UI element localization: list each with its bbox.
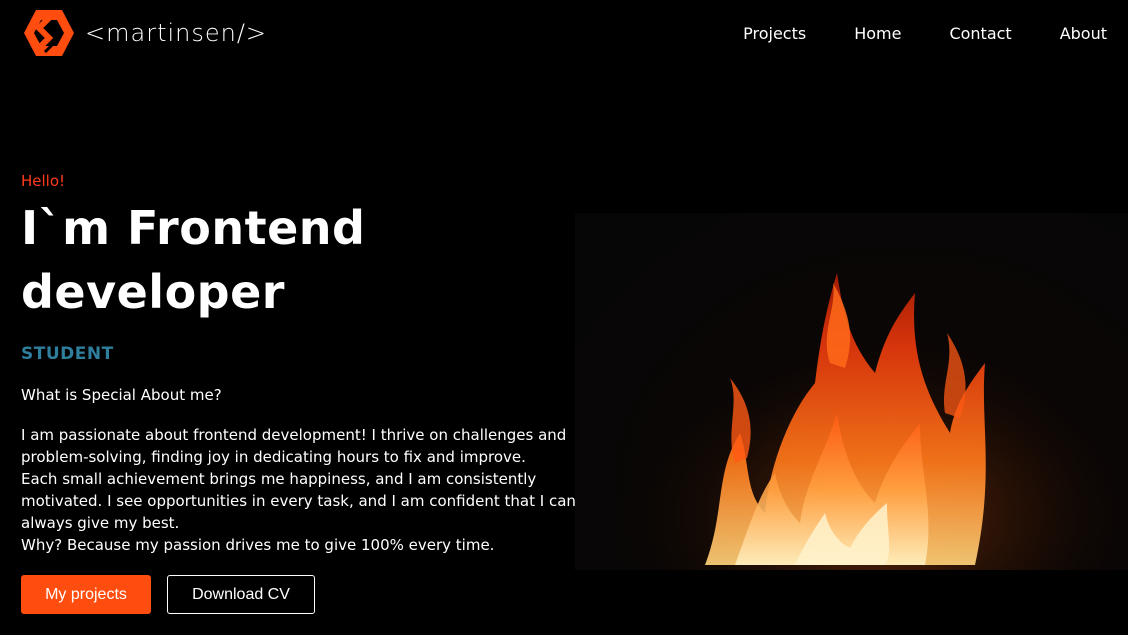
description-line: motivated. I see opportunities in every … [21,492,576,510]
fire-image [575,213,1128,570]
nav-projects[interactable]: Projects [743,24,806,43]
hero-title: I`m Frontend developer [21,196,421,324]
nav-contact[interactable]: Contact [949,24,1011,43]
description-line: Each small achievement brings me happine… [21,470,537,488]
nav-about[interactable]: About [1060,24,1107,43]
nav-home[interactable]: Home [854,24,901,43]
greeting: Hello! [21,172,66,190]
hero-title-line-2: developer [21,265,285,319]
main-nav: Projects Home Contact About [743,24,1107,43]
hero-subtitle: STUDENT [21,344,114,364]
hero-title-line-1: I`m Frontend [21,201,366,255]
my-projects-button[interactable]: My projects [21,575,151,614]
description-line: always give my best. [21,514,180,532]
hexagon-logo-icon [23,8,75,58]
description-line: Why? Because my passion drives me to giv… [21,536,495,554]
description-line: problem-solving, finding joy in dedicati… [21,448,526,466]
description-line: I am passionate about frontend developme… [21,426,567,444]
about-question: What is Special About me? [21,386,222,404]
brand-name: <martinsen/> [85,19,268,47]
logo[interactable]: <martinsen/> [23,8,267,58]
site-header: <martinsen/> Projects Home Contact About [0,0,1128,68]
download-cv-button[interactable]: Download CV [167,575,315,614]
about-description: I am passionate about frontend developme… [21,424,581,556]
